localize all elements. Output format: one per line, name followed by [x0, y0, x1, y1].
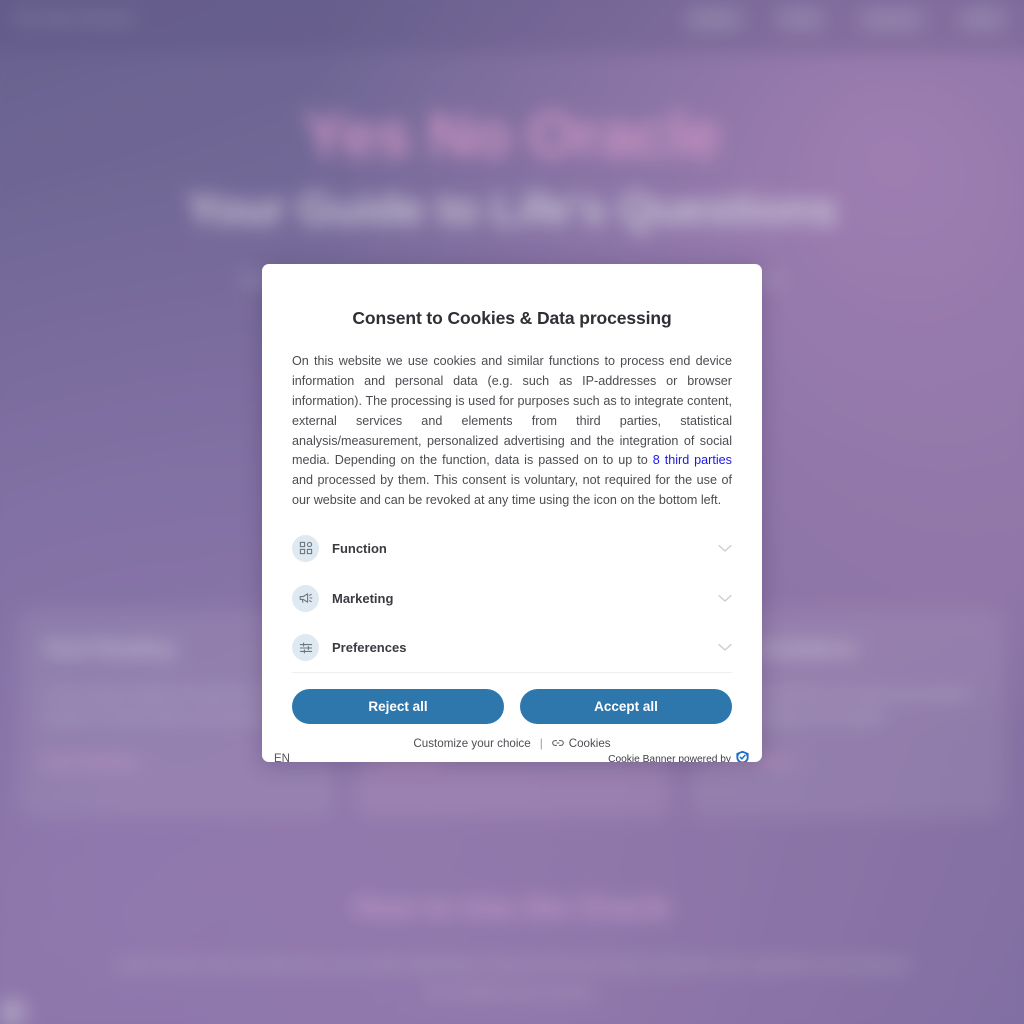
megaphone-icon [292, 584, 319, 612]
page-root: Yes No Oracle Home FAQ Articles Blog Yes… [0, 0, 1024, 1024]
cookies-link[interactable]: Cookies [551, 737, 611, 751]
dialog-bottom-bar: EN Cookie Banner powered by [262, 750, 762, 762]
accept-all-button[interactable]: Accept all [520, 689, 732, 725]
reject-all-button[interactable]: Reject all [292, 689, 504, 725]
cookies-link-label: Cookies [568, 737, 611, 751]
shield-check-icon [735, 750, 750, 762]
dialog-content: Consent to Cookies & Data processing On … [262, 264, 762, 750]
category-row-marketing[interactable]: Marketing [292, 573, 732, 623]
sliders-icon [292, 634, 319, 662]
category-row-function[interactable]: Function [292, 523, 732, 573]
category-label: Preferences [332, 640, 407, 656]
link-chain-icon [551, 737, 564, 750]
consent-actions: Reject all Accept all [292, 689, 732, 725]
cookie-consent-dialog: Consent to Cookies & Data processing On … [262, 264, 762, 762]
footer-separator: | [539, 737, 543, 751]
powered-by-badge[interactable]: Cookie Banner powered by [608, 750, 750, 762]
category-label: Function [332, 540, 387, 556]
dialog-footer-links: Customize your choice | Cookies [292, 737, 732, 750]
chevron-down-icon[interactable] [718, 544, 732, 553]
language-selector[interactable]: EN [274, 753, 290, 762]
description-part-2: and processed by them. This consent is v… [292, 473, 732, 508]
category-label: Marketing [332, 590, 394, 606]
grid-blocks-icon [292, 534, 319, 562]
dialog-description: On this website we use cookies and simil… [292, 352, 732, 511]
description-part-1: On this website we use cookies and simil… [292, 354, 732, 468]
dialog-title: Consent to Cookies & Data processing [352, 308, 672, 328]
chevron-down-icon[interactable] [718, 594, 732, 603]
third-parties-link[interactable]: 8 third parties [653, 453, 732, 467]
category-row-preferences[interactable]: Preferences [292, 623, 732, 674]
customize-choice-link[interactable]: Customize your choice [413, 737, 530, 750]
consent-category-list: Function Marketing Preferences [292, 523, 732, 674]
chevron-down-icon[interactable] [718, 643, 732, 652]
powered-by-label: Cookie Banner powered by [608, 753, 731, 762]
